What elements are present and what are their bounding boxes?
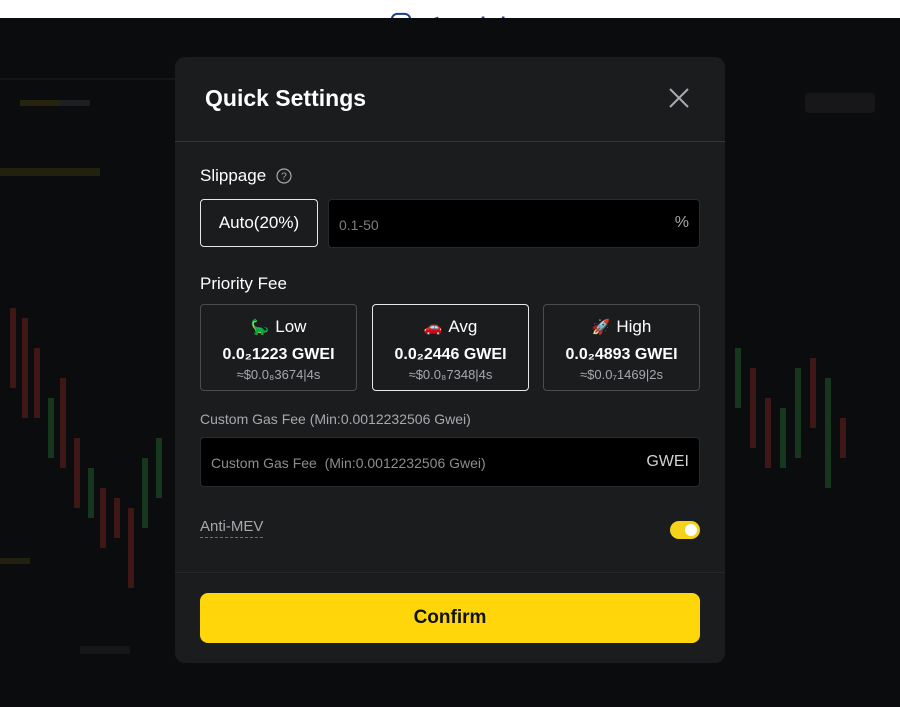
- fee-option-usd: ≈$0.0₈7348|4s: [408, 367, 493, 382]
- fee-option-title: 🚀 High: [544, 317, 699, 337]
- question-circle-icon[interactable]: ?: [276, 168, 292, 184]
- custom-gas-label: Custom Gas Fee (Min:0.0012232506 Gwei): [200, 411, 471, 427]
- fee-option-low[interactable]: 🦕 Low 0.0₂1223 GWEI ≈$0.0₈3674|4s: [200, 304, 357, 391]
- divider: [175, 572, 725, 573]
- rocket-icon: 🚀: [591, 318, 611, 336]
- modal-header: Quick Settings: [175, 57, 725, 142]
- slippage-label: Slippage: [200, 166, 267, 185]
- slippage-auto-button[interactable]: Auto(20%): [200, 199, 318, 247]
- custom-gas-input[interactable]: [201, 438, 633, 488]
- anti-mev-toggle[interactable]: [670, 521, 700, 539]
- fee-option-high[interactable]: 🚀 High 0.0₂4893 GWEI ≈$0.0₇1469|2s: [543, 304, 700, 391]
- fee-option-title: 🚗 Avg: [373, 317, 528, 337]
- priority-fee-label: Priority Fee: [200, 274, 287, 293]
- fee-option-name: Low: [275, 317, 307, 336]
- fee-option-usd: ≈$0.0₈3674|4s: [236, 367, 321, 382]
- close-icon[interactable]: [667, 86, 691, 110]
- modal-title: Quick Settings: [205, 85, 367, 111]
- percent-unit: %: [674, 214, 689, 231]
- anti-mev-label: Anti-MEV: [200, 518, 264, 538]
- fee-option-usd: ≈$0.0₇1469|2s: [580, 367, 663, 382]
- fee-option-title: 🦕 Low: [201, 317, 356, 337]
- fee-option-gwei: 0.0₂1223 GWEI: [222, 346, 335, 363]
- toggle-knob: [685, 524, 697, 536]
- fee-option-avg[interactable]: 🚗 Avg 0.0₂2446 GWEI ≈$0.0₈7348|4s: [372, 304, 529, 391]
- fee-option-gwei: 0.0₂2446 GWEI: [394, 346, 507, 363]
- quick-settings-modal: Quick Settings Slippage ? Auto(20%) % Pr…: [175, 57, 725, 663]
- custom-gas-input-box: GWEI: [200, 437, 700, 488]
- fee-option-name: High: [616, 317, 652, 336]
- car-icon: 🚗: [423, 318, 443, 336]
- slippage-input-box: %: [328, 199, 700, 249]
- fee-option-gwei: 0.0₂4893 GWEI: [565, 346, 678, 363]
- confirm-button[interactable]: Confirm: [200, 593, 700, 643]
- fee-option-name: Avg: [448, 317, 478, 336]
- svg-text:?: ?: [281, 172, 287, 183]
- slippage-input[interactable]: [329, 200, 661, 249]
- gwei-unit: GWEI: [646, 453, 689, 470]
- dinosaur-icon: 🦕: [250, 318, 270, 336]
